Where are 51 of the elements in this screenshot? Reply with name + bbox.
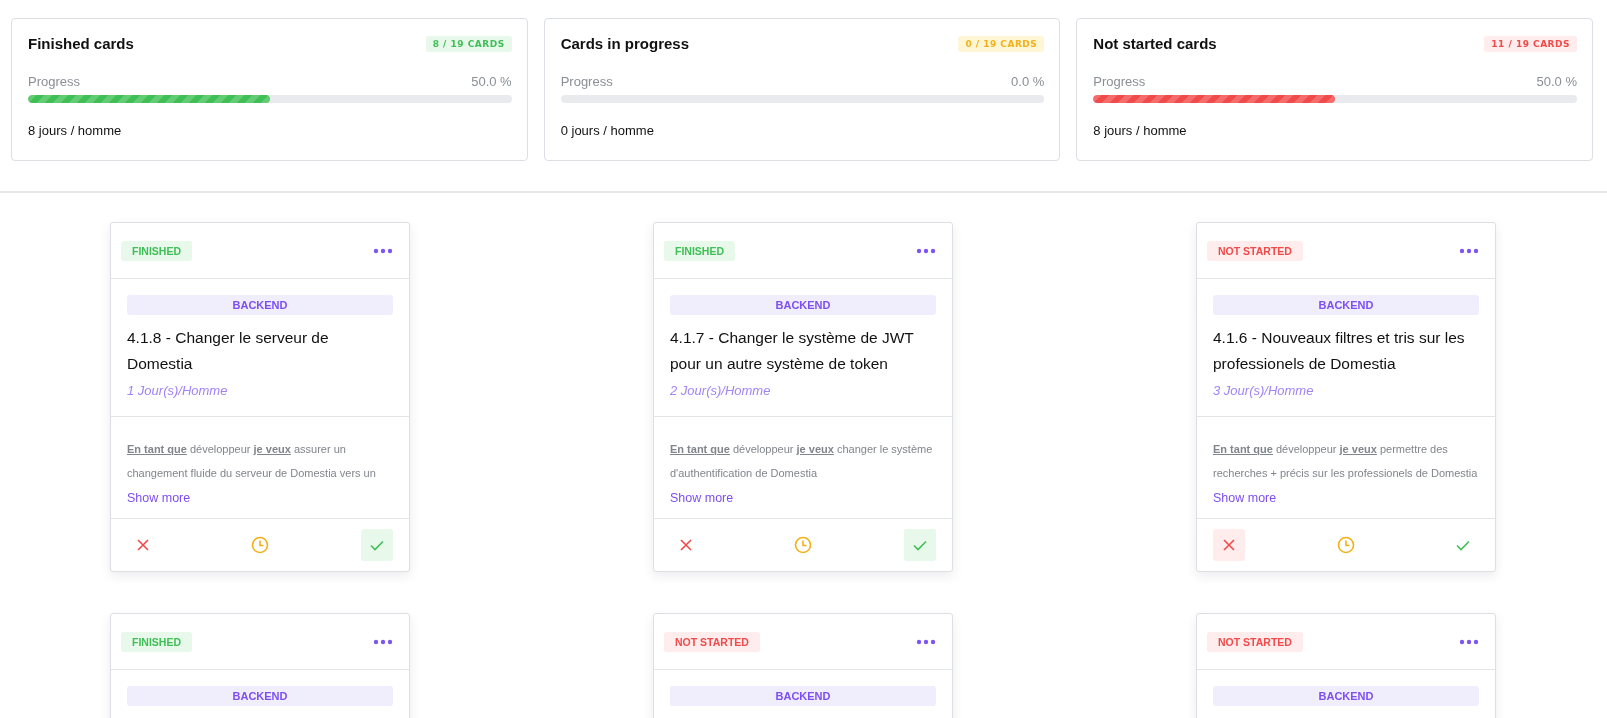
status-badge: NOT STARTED bbox=[1207, 240, 1303, 261]
effort-text: 0 jours / homme bbox=[560, 123, 655, 138]
effort-text: 1 Jour(s)/Homme bbox=[127, 383, 229, 398]
category-tag: BACKEND bbox=[670, 686, 936, 706]
description-text: En tant que développeur je veux changer le système d'authentification de Domestia bbox=[670, 442, 934, 481]
more-options-icon[interactable] bbox=[916, 247, 936, 254]
clock-icon bbox=[250, 535, 270, 555]
more-options-icon[interactable] bbox=[1459, 247, 1479, 254]
progress-label: Progress bbox=[560, 74, 613, 89]
effort-text: 8 jours / homme bbox=[28, 123, 123, 138]
clock-icon bbox=[1336, 535, 1356, 555]
category-tag: BACKEND bbox=[127, 295, 393, 315]
card-title: 4.1.6 - Nouveaux filtres et tris sur les professionels de Domestia bbox=[1213, 328, 1466, 374]
done-button[interactable] bbox=[904, 529, 936, 561]
category-tag: BACKEND bbox=[127, 686, 393, 706]
card-count-badge: 0 / 19 CARDS bbox=[958, 35, 1045, 52]
more-options-icon[interactable] bbox=[373, 638, 393, 645]
show-more-link[interactable]: Show more bbox=[1213, 491, 1277, 505]
card-title: 4.1.8 - Changer le serveur de Domestia bbox=[127, 328, 330, 374]
clock-icon bbox=[793, 535, 813, 555]
effort-text: 8 jours / homme bbox=[1093, 123, 1188, 138]
status-badge: FINISHED bbox=[121, 631, 192, 652]
show-more-link[interactable]: Show more bbox=[127, 491, 191, 505]
status-badge: FINISHED bbox=[121, 240, 192, 261]
category-tag: BACKEND bbox=[1213, 295, 1479, 315]
effort-text: 3 Jour(s)/Homme bbox=[1213, 383, 1315, 398]
more-options-icon[interactable] bbox=[373, 247, 393, 254]
description-text: En tant que développeur je veux permettre des recherches + précis sur les professionels de Domestia bbox=[1213, 442, 1479, 481]
status-badge: NOT STARTED bbox=[664, 631, 760, 652]
effort-text: 2 Jour(s)/Homme bbox=[670, 383, 772, 398]
category-tag: BACKEND bbox=[670, 295, 936, 315]
category-tag: BACKEND bbox=[1213, 686, 1479, 706]
done-button[interactable] bbox=[361, 529, 393, 561]
summary-title: Not started cards bbox=[1093, 35, 1217, 52]
progress-percent: 50.0 % bbox=[1536, 74, 1577, 89]
progress-label: Progress bbox=[1093, 74, 1146, 89]
card-count-badge: 8 / 19 CARDS bbox=[425, 35, 512, 52]
status-badge: NOT STARTED bbox=[1207, 631, 1303, 652]
progress-percent: 50.0 % bbox=[471, 74, 512, 89]
more-options-icon[interactable] bbox=[1459, 638, 1479, 645]
more-options-icon[interactable] bbox=[916, 638, 936, 645]
card-title: 4.1.7 - Changer le système de JWT pour un autre système de token bbox=[670, 328, 915, 374]
show-more-link[interactable]: Show more bbox=[670, 491, 734, 505]
reject-button[interactable] bbox=[1213, 529, 1245, 561]
progress-label: Progress bbox=[28, 74, 81, 89]
card-count-badge: 11 / 19 CARDS bbox=[1484, 35, 1577, 52]
status-badge: FINISHED bbox=[664, 240, 735, 261]
description-text: En tant que développeur je veux assurer un changement fluide du serveur de Domestia vers un bbox=[127, 442, 377, 481]
summary-title: Finished cards bbox=[28, 35, 134, 52]
summary-title: Cards in progress bbox=[560, 35, 690, 52]
progress-percent: 0.0 % bbox=[1011, 74, 1045, 89]
